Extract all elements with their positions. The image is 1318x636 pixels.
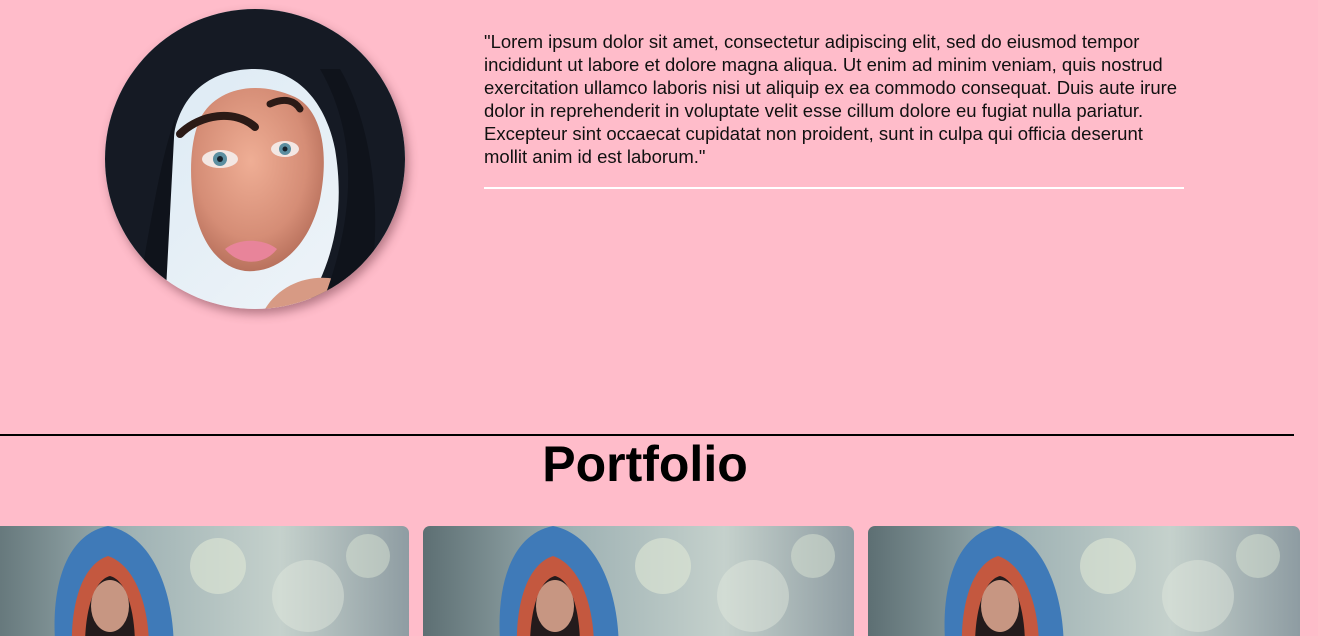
portfolio-card[interactable] [0, 526, 409, 636]
profile-quote: "Lorem ipsum dolor sit amet, consectetur… [484, 31, 1178, 167]
portfolio-card[interactable] [423, 526, 854, 636]
profile-photo [105, 9, 405, 309]
page: "Lorem ipsum dolor sit amet, consectetur… [0, 0, 1318, 636]
portfolio-image [0, 526, 409, 636]
portfolio-title: Portfolio [542, 436, 748, 492]
quote-divider [484, 187, 1184, 189]
profile-avatar [105, 9, 405, 309]
portfolio-card[interactable] [868, 526, 1300, 636]
portfolio-image [423, 526, 854, 636]
portfolio-image [868, 526, 1300, 636]
